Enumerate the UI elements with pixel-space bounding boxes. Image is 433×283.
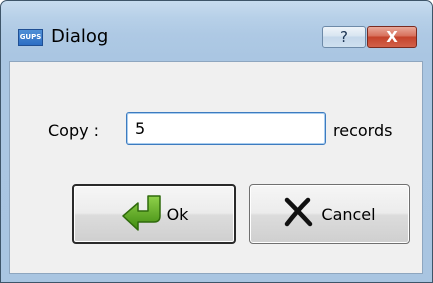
ok-button[interactable]: Ok — [72, 184, 236, 244]
copy-count-input[interactable] — [126, 112, 326, 145]
cancel-button[interactable]: Cancel — [249, 184, 410, 244]
ok-label: Ok — [166, 204, 189, 224]
help-button[interactable]: ? — [322, 26, 366, 48]
return-arrow-icon — [120, 192, 167, 236]
dialog-content: Copy : records Ok — [9, 61, 423, 274]
x-icon — [283, 197, 321, 231]
window-title: Dialog — [51, 26, 109, 47]
cancel-label: Cancel — [321, 204, 376, 224]
copy-label: Copy : — [48, 121, 100, 140]
dialog-window: GUPS Dialog ? X Copy : records Ok — [0, 0, 433, 283]
title-bar[interactable]: GUPS Dialog ? X — [1, 1, 432, 61]
close-button[interactable]: X — [367, 26, 417, 48]
app-icon: GUPS — [18, 29, 43, 46]
records-label: records — [333, 121, 393, 140]
